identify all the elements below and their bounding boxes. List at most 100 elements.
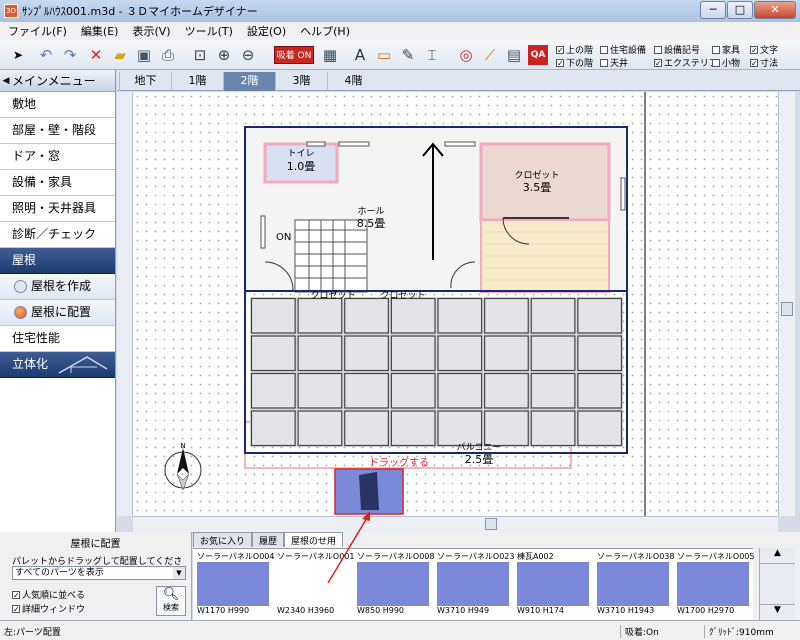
horizontal-scroll-thumb[interactable] — [485, 518, 497, 530]
solar-panel-cell[interactable] — [390, 372, 436, 409]
menu-place-on-roof[interactable]: 屋根に配置 — [0, 300, 115, 326]
check-upper-floor-box[interactable]: ✓ — [556, 45, 564, 54]
solar-panel-cell[interactable] — [437, 297, 483, 334]
solar-panel-cell[interactable] — [250, 410, 296, 447]
solar-panel-cell[interactable] — [484, 410, 529, 447]
solar-panel-cell[interactable] — [344, 372, 389, 409]
check-lower-floor-box[interactable]: ✓ — [556, 58, 564, 67]
part-item[interactable]: 棟瓦A002 W910 H174 — [517, 551, 593, 619]
check-housing-equipment[interactable]: 住宅設備 — [600, 43, 646, 56]
check-box[interactable]: ✓ — [750, 58, 758, 67]
solar-panel-cell[interactable] — [484, 297, 529, 334]
close-button[interactable]: ✕ — [754, 1, 796, 19]
check-box[interactable] — [600, 58, 608, 67]
check-furniture[interactable]: 家具 — [712, 43, 740, 56]
search-button[interactable]: 🔍︎ 検索 — [156, 586, 186, 616]
window-view-icon[interactable]: ▤ — [504, 45, 524, 65]
minimize-button[interactable]: ─ — [700, 1, 726, 19]
menu-site[interactable]: 敷地 — [0, 92, 115, 118]
grid-icon[interactable]: ▦ — [320, 45, 340, 65]
menu-tools[interactable]: ツール(T) — [185, 23, 233, 39]
menu-create-roof[interactable]: 屋根を作成 — [0, 274, 115, 300]
menu-lighting-ceiling[interactable]: 照明・天井器具 — [0, 196, 115, 222]
compass-tool-icon[interactable]: ◎ — [456, 45, 476, 65]
solar-panel-cell[interactable] — [437, 335, 483, 372]
solar-panel-cell[interactable] — [390, 335, 436, 372]
tab-floor-1[interactable]: 1階 — [171, 72, 223, 91]
menu-equipment-furniture[interactable]: 設備・家具 — [0, 170, 115, 196]
solar-panel-cell[interactable] — [530, 297, 576, 334]
check-sort-popular[interactable]: ✓ 人気順に並べる — [12, 588, 85, 601]
solar-panel-cell[interactable] — [437, 410, 483, 447]
tab-history[interactable]: 履歴 — [252, 532, 285, 547]
scroll-down-icon[interactable]: ▼ — [760, 604, 795, 620]
check-box[interactable] — [654, 45, 662, 54]
check-upper-floor[interactable]: ✓ 上の階 — [556, 43, 593, 56]
part-thumbnail[interactable] — [597, 562, 669, 606]
check-box[interactable]: ✓ — [12, 604, 20, 613]
tab-floor-4[interactable]: 4階 — [327, 72, 379, 91]
adsorb-toggle-button[interactable]: 吸着 ON — [274, 46, 314, 64]
part-thumbnail[interactable] — [677, 562, 749, 606]
vertical-scrollbar[interactable] — [778, 92, 795, 516]
check-lower-floor[interactable]: ✓ 下の階 — [556, 56, 593, 69]
solar-panel-cell[interactable] — [344, 335, 389, 372]
solar-panel-cell[interactable] — [344, 297, 389, 334]
menu-file[interactable]: ファイル(F) — [8, 23, 67, 39]
solar-panel-cell[interactable] — [530, 372, 576, 409]
check-exterior[interactable]: ✓ エクステリア — [654, 56, 718, 69]
solar-panel-cell[interactable] — [437, 372, 483, 409]
menu-roof[interactable]: 屋根 — [0, 248, 115, 274]
horizontal-scrollbar[interactable] — [133, 516, 778, 532]
floorplan-canvas[interactable]: トイレ 1.0畳 ホール 8.5畳 クロゼット 3.5畳 クロゼット クロゼット… — [133, 92, 778, 516]
solar-panel-cell[interactable] — [390, 410, 436, 447]
menu-edit[interactable]: 編集(E) — [81, 23, 119, 39]
check-box[interactable] — [600, 45, 608, 54]
zoom-in-icon[interactable]: ⊕ — [214, 45, 234, 65]
menu-door-window[interactable]: ドア・窓 — [0, 144, 115, 170]
check-detail-window[interactable]: ✓ 詳細ウィンドウ — [12, 602, 85, 615]
floorplan-drawing[interactable]: トイレ 1.0畳 ホール 8.5畳 クロゼット 3.5畳 クロゼット クロゼット… — [133, 92, 778, 516]
text-icon[interactable]: A — [350, 45, 370, 65]
solar-panel-cell[interactable] — [297, 335, 343, 372]
part-item[interactable]: ソーラーパネルO038 W3710 H1943 — [597, 551, 675, 619]
qa-icon[interactable]: QA — [528, 45, 548, 65]
menu-settings[interactable]: 設定(O) — [247, 23, 286, 39]
print-icon[interactable]: ⎙ — [158, 45, 178, 65]
zoom-out-icon[interactable]: ⊖ — [238, 45, 258, 65]
save-icon[interactable]: ▣ — [134, 45, 154, 65]
collapse-arrow-icon[interactable]: ◀ — [0, 76, 12, 86]
solar-panel-cell[interactable] — [484, 335, 529, 372]
check-box[interactable]: ✓ — [654, 58, 662, 67]
tab-floor-3[interactable]: 3階 — [275, 72, 327, 91]
check-box[interactable] — [712, 45, 720, 54]
pen-icon[interactable]: ✎ — [398, 45, 418, 65]
open-folder-icon[interactable]: ▰ — [110, 45, 130, 65]
measure-icon[interactable]: ⌶ — [422, 45, 442, 65]
check-dimensions[interactable]: ✓ 寸法 — [750, 56, 778, 69]
label-icon[interactable]: ▭ — [374, 45, 394, 65]
solar-panel-cell[interactable] — [297, 372, 343, 409]
check-box[interactable]: ✓ — [750, 45, 758, 54]
redo-icon[interactable]: ↷ — [60, 45, 80, 65]
solar-panel-cell[interactable] — [250, 297, 296, 334]
solar-panel-cell[interactable] — [577, 372, 623, 409]
undo-icon[interactable]: ↶ — [36, 45, 56, 65]
solar-panel-cell[interactable] — [577, 297, 623, 334]
part-item[interactable]: ソーラーパネルO004 W1170 H990 — [197, 551, 275, 619]
parts-filter-dropdown[interactable]: すべてのパーツを表示 ▼ — [12, 566, 186, 580]
menu-view[interactable]: 表示(V) — [132, 23, 170, 39]
part-thumbnail[interactable] — [437, 562, 509, 606]
part-thumbnail[interactable] — [517, 562, 589, 606]
menu-room-wall-stairs[interactable]: 部屋・壁・階段 — [0, 118, 115, 144]
check-equipment-symbol[interactable]: 設備記号 — [654, 43, 700, 56]
solar-panel-cell[interactable] — [297, 410, 343, 447]
part-item[interactable]: ソーラーパネルO023 W3710 H949 — [437, 551, 515, 619]
solar-panel-cell[interactable] — [577, 410, 623, 447]
solar-panel-cell[interactable] — [250, 372, 296, 409]
scroll-up-icon[interactable]: ▲ — [760, 548, 795, 564]
tab-basement[interactable]: 地下 — [119, 72, 171, 91]
menu-3d-view[interactable]: 立体化 — [0, 352, 115, 378]
part-item[interactable]: ソーラーパネルO005 W1700 H2970 — [677, 551, 755, 619]
solar-panel-cell[interactable] — [530, 335, 576, 372]
